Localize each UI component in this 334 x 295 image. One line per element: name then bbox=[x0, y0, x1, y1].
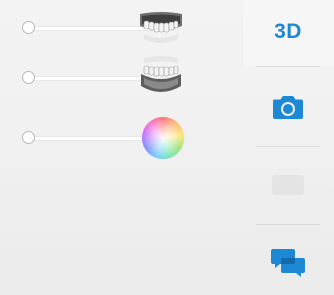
chat-bubbles-icon bbox=[271, 247, 305, 277]
divider bbox=[256, 224, 320, 225]
chat-button[interactable] bbox=[242, 228, 334, 295]
lower-teeth-icon bbox=[138, 56, 184, 100]
slider-knob[interactable] bbox=[22, 130, 35, 144]
upper-teeth-slider[interactable] bbox=[22, 8, 184, 48]
lower-teeth-slider[interactable] bbox=[22, 56, 184, 100]
slider-track[interactable] bbox=[30, 136, 158, 140]
3d-view-label: 3D bbox=[274, 20, 302, 43]
tool-sidebar: 3D bbox=[242, 0, 334, 295]
upper-teeth-icon bbox=[138, 8, 184, 48]
3d-view-button[interactable]: 3D bbox=[242, 0, 334, 66]
disabled-tool-button[interactable] bbox=[242, 148, 334, 221]
camera-icon bbox=[272, 94, 304, 120]
slider-knob[interactable] bbox=[22, 20, 35, 34]
placeholder-icon bbox=[272, 174, 304, 195]
camera-button[interactable] bbox=[242, 70, 334, 143]
slider-knob[interactable] bbox=[22, 70, 35, 84]
divider bbox=[256, 66, 320, 67]
color-slider[interactable] bbox=[22, 117, 184, 159]
divider bbox=[256, 146, 320, 147]
color-wheel-icon bbox=[142, 117, 184, 159]
